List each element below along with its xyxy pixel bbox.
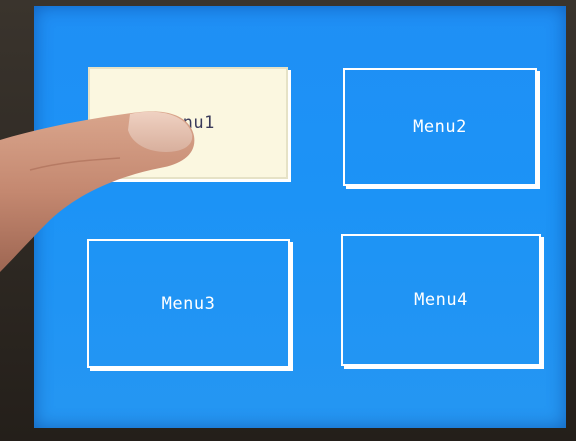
menu3-button[interactable]: Menu3 bbox=[87, 239, 290, 368]
menu4-label: Menu4 bbox=[414, 290, 468, 310]
menu2-label: Menu2 bbox=[413, 117, 467, 137]
menu4-button[interactable]: Menu4 bbox=[341, 234, 541, 366]
menu2-button[interactable]: Menu2 bbox=[343, 68, 537, 186]
menu1-label: Menu1 bbox=[161, 113, 215, 133]
menu1-button[interactable]: Menu1 bbox=[88, 67, 288, 179]
menu3-label: Menu3 bbox=[161, 293, 216, 314]
touch-screen: Menu1 Menu2 Menu3 Menu4 bbox=[34, 6, 566, 428]
device-bezel: Menu1 Menu2 Menu3 Menu4 bbox=[0, 0, 576, 441]
